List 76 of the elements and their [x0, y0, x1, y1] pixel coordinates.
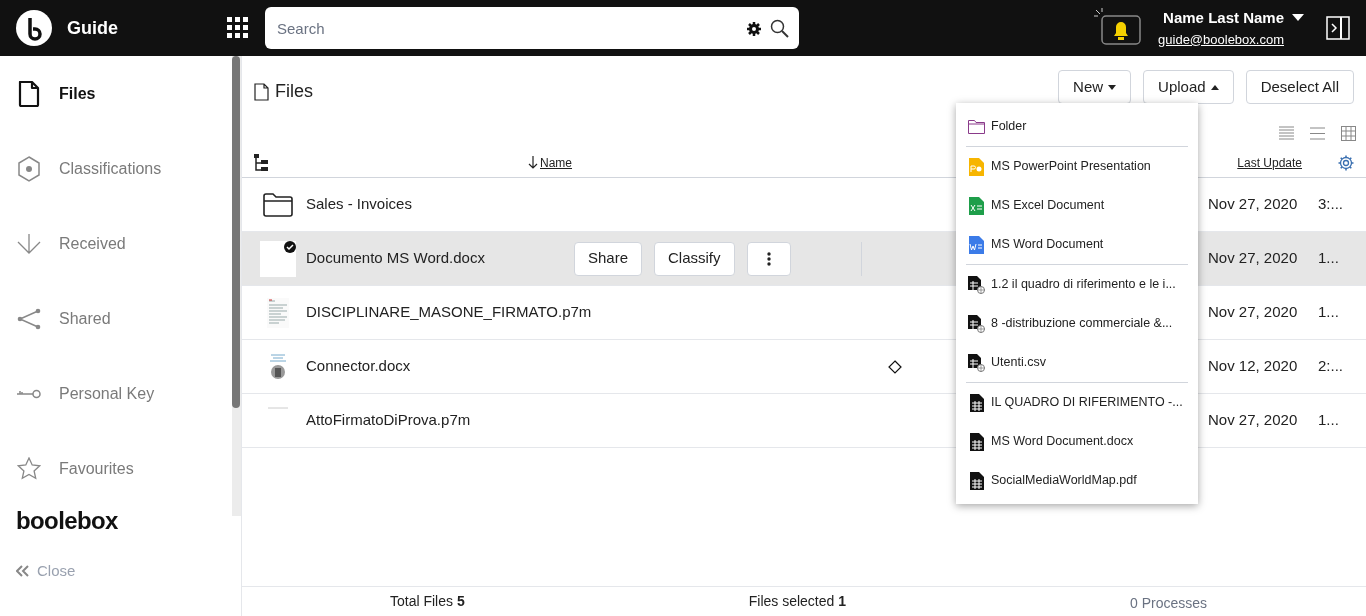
hexagon-icon	[18, 155, 40, 182]
double-chevron-icon[interactable]	[16, 565, 29, 578]
toolbar-button[interactable]: Deselect All	[1245, 70, 1354, 104]
panel-toggle-icon[interactable]	[1326, 16, 1350, 40]
menu-item[interactable]: SocialMediaWorldMap.pdf	[956, 461, 1198, 500]
document-icon	[969, 393, 984, 412]
toolbar-button[interactable]: Upload	[1143, 70, 1234, 104]
share-icon	[17, 307, 41, 330]
file-name[interactable]: Documento MS Word.docx	[306, 247, 574, 270]
document-icon	[969, 432, 984, 451]
time-cell-text: 1...	[1318, 410, 1340, 431]
scrollbar[interactable]	[232, 56, 241, 516]
folder-icon	[263, 192, 293, 217]
search-field[interactable]: Search	[265, 7, 799, 49]
settings-icon[interactable]	[746, 20, 762, 37]
word-file-icon	[969, 235, 984, 254]
check-badge-icon	[284, 240, 296, 253]
document-globe-icon	[968, 314, 985, 333]
key-icon	[17, 388, 41, 399]
file-name[interactable]: AttoFirmatoDiProva.p7m	[306, 409, 574, 432]
time-cell-text: 3:...	[1318, 194, 1344, 215]
spreadsheet-file-icon	[969, 196, 984, 215]
file-name[interactable]: Sales - Invoices	[306, 193, 574, 216]
date-cell-text: Nov 27, 2020	[1208, 410, 1299, 431]
sidebar-item[interactable]: Received	[0, 206, 231, 281]
document-icon	[254, 82, 269, 101]
row-action-button[interactable]: Classify	[654, 241, 735, 276]
user-name[interactable]: Name Last Name	[1163, 7, 1284, 30]
tree-view-icon[interactable]	[254, 153, 268, 172]
menu-item[interactable]: Utenti.csv	[956, 343, 1198, 382]
presentation-file-icon	[969, 157, 984, 176]
document-icon	[18, 80, 40, 107]
arrow-down-icon	[17, 233, 41, 254]
sidebar-item[interactable]: Files	[0, 56, 231, 131]
menu-item[interactable]: MS Excel Document	[956, 186, 1198, 225]
time-cell-text: 1...	[1318, 302, 1340, 323]
folder-icon	[968, 119, 985, 134]
sidebar-item[interactable]: Favourites	[0, 431, 231, 506]
more-options-button[interactable]	[746, 241, 791, 276]
sidebar-item[interactable]: Personal Key	[0, 356, 231, 431]
document-globe-icon	[968, 275, 985, 294]
date-cell-text: Nov 27, 2020	[1208, 248, 1299, 269]
menu-item[interactable]: Folder	[956, 107, 1198, 146]
sidebar-item[interactable]: Shared	[0, 281, 231, 356]
grid-view-icon[interactable]	[1341, 125, 1356, 141]
menu-item[interactable]: 8 -distribuzione commerciale &...	[956, 304, 1198, 343]
brand-logo: boolebox	[16, 506, 118, 536]
date-cell-text: Nov 27, 2020	[1208, 302, 1299, 323]
sort-arrow-icon[interactable]	[528, 156, 538, 169]
user-email-link[interactable]: guide@boolebox.com	[1158, 29, 1284, 49]
selected-files-count: Files selected 1	[748, 592, 846, 611]
total-files-count: Total Files 5	[390, 592, 465, 611]
date-cell-text: Nov 27, 2020	[1208, 194, 1299, 215]
column-header[interactable]: Last Update	[1237, 153, 1302, 172]
time-cell-text: 2:...	[1318, 356, 1344, 377]
file-name[interactable]: DISCIPLINARE_MASONE_FIRMATO.p7m	[306, 301, 592, 324]
document-globe-icon	[968, 353, 985, 372]
list-icon[interactable]	[1310, 125, 1325, 141]
row-action-button[interactable]: Share	[574, 241, 643, 276]
apps-grid-icon[interactable]	[227, 17, 249, 39]
star-icon	[17, 457, 41, 480]
kebab-icon	[766, 251, 771, 266]
caret-icon[interactable]	[1292, 14, 1304, 23]
toolbar-button[interactable]: New	[1058, 70, 1132, 104]
logo-icon	[16, 10, 52, 46]
document-thumbnail	[267, 352, 289, 381]
column-header[interactable]: Name	[540, 153, 572, 172]
page-title: Files	[275, 80, 313, 103]
sidebar-item[interactable]: Classifications	[0, 131, 231, 206]
search-icon[interactable]	[770, 19, 789, 38]
file-name[interactable]: Connector.docx	[306, 355, 574, 378]
time-cell-text: 1...	[1318, 248, 1340, 269]
app-title: Guide	[67, 16, 119, 40]
document-icon	[969, 471, 984, 490]
date-cell-text: Nov 12, 2020	[1208, 356, 1299, 377]
processes-count: 0 Processes	[1130, 594, 1208, 613]
